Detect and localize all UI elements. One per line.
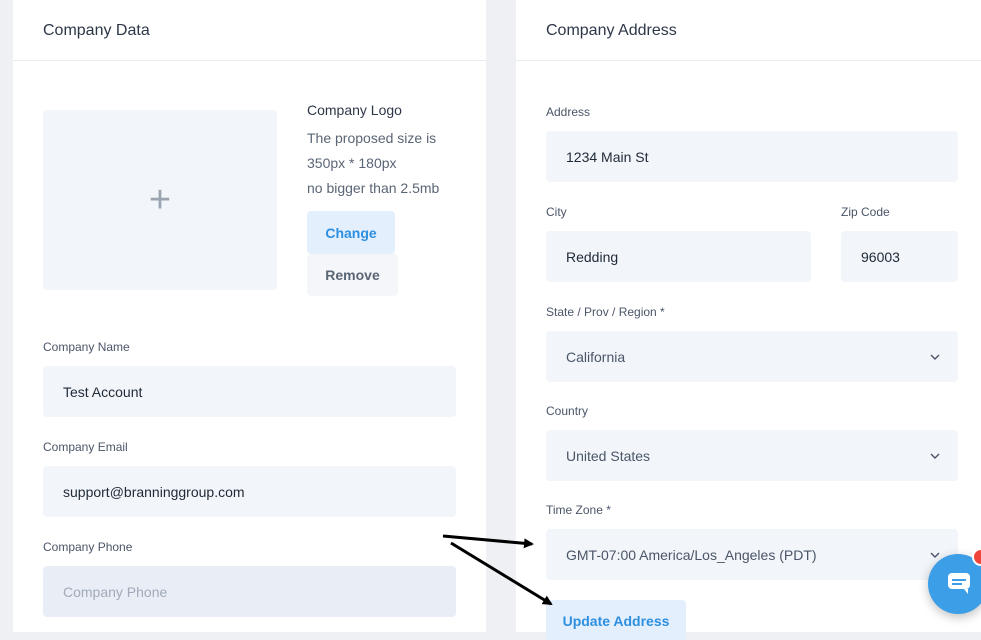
arrow-icon — [450, 541, 553, 606]
annotation-arrows — [442, 534, 553, 606]
arrow-icon — [442, 534, 534, 549]
chat-icon — [948, 573, 970, 594]
chat-launcher-button[interactable] — [928, 554, 981, 614]
